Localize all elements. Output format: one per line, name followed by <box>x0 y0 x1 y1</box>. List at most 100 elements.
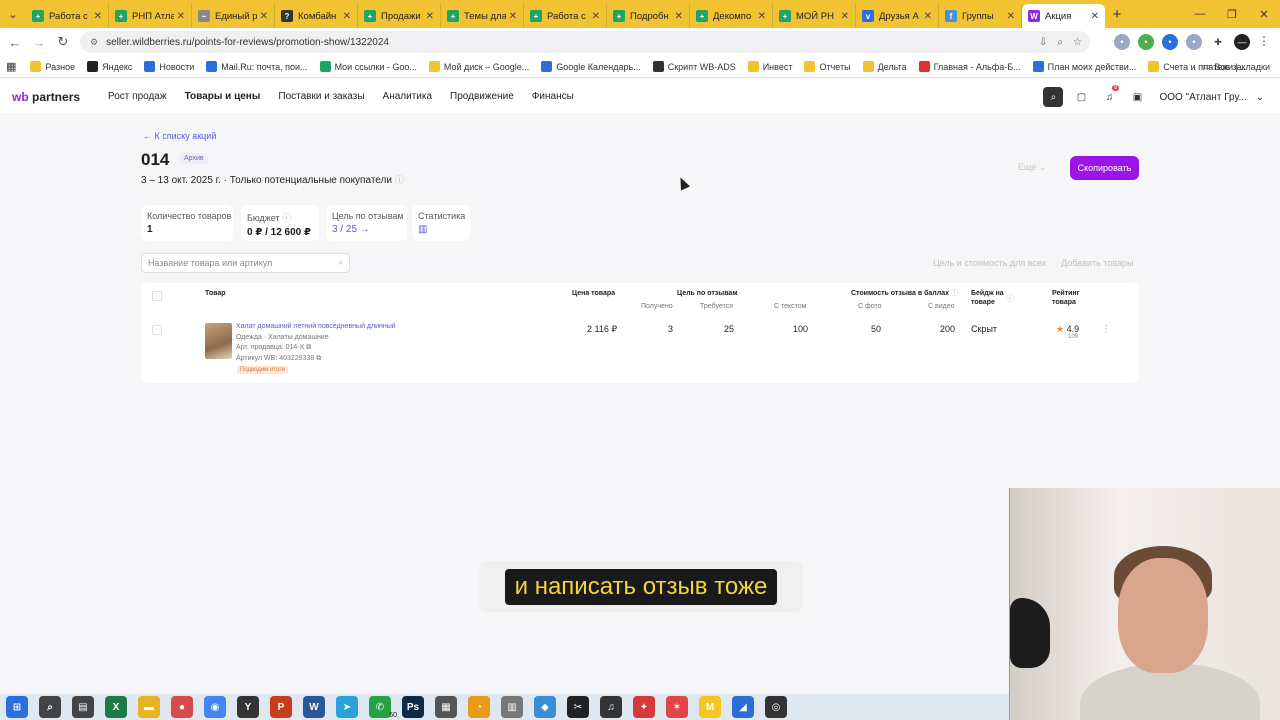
nav-item[interactable]: Рост продаж <box>108 91 167 102</box>
tab-close-icon[interactable]: ✕ <box>758 11 766 22</box>
install-icon[interactable]: ⇩ <box>1039 37 1047 48</box>
taskbar-photoshop-icon[interactable]: Ps <box>402 696 424 718</box>
extension-icon[interactable]: • <box>1138 34 1154 50</box>
taskbar-capcut-icon[interactable]: ✂ <box>567 696 589 718</box>
bookmark-item[interactable]: Скрипт WB-ADS <box>652 61 736 72</box>
bookmark-item[interactable]: Мой диск – Google... <box>428 61 529 72</box>
browser-tab[interactable]: W Акция ✕ <box>1022 4 1105 28</box>
tab-close-icon[interactable]: ✕ <box>426 11 434 22</box>
browser-tab[interactable]: + Продажи ✕ <box>358 4 441 28</box>
browser-tab[interactable]: + РНП Атла ✕ <box>109 4 192 28</box>
taskbar-obs-icon[interactable]: ◎ <box>765 696 787 718</box>
taskbar-file-explorer-icon[interactable]: ▬ <box>138 696 160 718</box>
tab-close-icon[interactable]: ✕ <box>1007 11 1015 22</box>
search-icon[interactable]: ⌕ <box>1043 87 1064 107</box>
bookmark-item[interactable]: Отчеты <box>804 61 851 72</box>
row-menu-icon[interactable]: ⋮ <box>1101 324 1111 335</box>
taskbar-app-colorful-icon[interactable]: ● <box>171 696 193 718</box>
taskbar-telegram-icon[interactable]: ➤ <box>336 696 358 718</box>
bookmark-star-icon[interactable]: ☆ <box>1073 37 1082 48</box>
taskbar-app-blue-icon[interactable]: ◆ <box>534 696 556 718</box>
site-info-icon[interactable]: ⚙ <box>90 37 98 48</box>
copy-icon[interactable]: ⧉ <box>316 355 321 362</box>
profile-avatar[interactable]: — <box>1234 34 1250 50</box>
browser-tab[interactable]: v Друзья А ✕ <box>856 4 939 28</box>
taskbar-app-red-icon[interactable]: ✦ <box>633 696 655 718</box>
bookmark-item[interactable]: Новости <box>144 61 194 72</box>
bar-chart-icon[interactable]: ▥ <box>418 224 464 235</box>
search-icon[interactable]: ⌕ <box>338 257 343 268</box>
chat-icon[interactable]: ▢ <box>1071 87 1091 107</box>
tab-close-icon[interactable]: ✕ <box>509 11 517 22</box>
row-checkbox[interactable] <box>152 325 162 335</box>
taskbar-excel-icon[interactable]: X <box>105 696 127 718</box>
browser-tab[interactable]: + Работа с ✕ <box>26 4 109 28</box>
tab-search-icon[interactable]: ⌄ <box>0 0 26 28</box>
bell-icon[interactable]: ♫ 8 <box>1099 85 1120 107</box>
browser-tab[interactable]: + Подробн ✕ <box>607 4 690 28</box>
browser-tab[interactable]: f Группы ✕ <box>939 4 1022 28</box>
extension-icon[interactable]: • <box>1162 34 1178 50</box>
browser-tab[interactable]: + Работа с ✕ <box>524 4 607 28</box>
product-image[interactable] <box>205 323 232 359</box>
browser-tab[interactable]: + Декомпо ✕ <box>690 4 773 28</box>
bookmark-item[interactable]: Дельта <box>862 61 907 72</box>
tab-close-icon[interactable]: ✕ <box>177 11 185 22</box>
tab-close-icon[interactable]: ✕ <box>924 11 932 22</box>
browser-tab[interactable]: + МОЙ РН ✕ <box>773 4 856 28</box>
bookmark-item[interactable]: Инвест <box>747 61 792 72</box>
taskbar-word-icon[interactable]: W <box>303 696 325 718</box>
taskbar-app-orange-icon[interactable]: ◔ <box>468 696 490 718</box>
help-icon[interactable]: ⓘ <box>951 290 958 297</box>
url-input[interactable]: ⚙ seller.wildberries.ru/points-for-revie… <box>80 31 1090 53</box>
zoom-icon[interactable]: ⌕ <box>1057 37 1063 48</box>
product-search-input[interactable]: Название товара или артикул ⌕ <box>141 253 350 273</box>
puzzle-icon[interactable]: ✚ <box>1210 34 1226 50</box>
bookmark-item[interactable]: План моих действи... <box>1032 61 1136 72</box>
add-products-button[interactable]: Добавить товары <box>1061 258 1133 268</box>
tab-close-icon[interactable]: ✕ <box>343 11 351 22</box>
more-button[interactable]: Еще ⌄ <box>1018 162 1046 173</box>
back-icon[interactable]: ← <box>3 35 27 50</box>
taskbar-calculator-icon[interactable]: ▦ <box>435 696 457 718</box>
extension-icon[interactable]: • <box>1114 34 1130 50</box>
taskbar-whatsapp-icon[interactable]: ✆ 50 <box>369 696 397 719</box>
back-to-promotions-link[interactable]: ← К списку акций <box>143 131 216 141</box>
apps-grid-icon[interactable]: ▦ <box>6 60 16 73</box>
nav-item[interactable]: Финансы <box>532 91 574 102</box>
metric-statistics[interactable]: Статистика ▥ <box>412 205 470 241</box>
select-all-checkbox[interactable] <box>152 291 162 301</box>
metric-review-goal[interactable]: Цель по отзывам 3 / 25 → <box>326 205 407 241</box>
tab-close-icon[interactable]: ✕ <box>675 11 683 22</box>
tab-close-icon[interactable]: ✕ <box>841 11 849 22</box>
nav-item[interactable]: Продвижение <box>450 91 514 102</box>
taskbar-chrome-icon[interactable]: ◉ <box>204 696 226 718</box>
bookmark-item[interactable]: Разное <box>30 61 75 72</box>
nav-item[interactable]: Товары и цены <box>185 91 261 102</box>
help-icon[interactable]: ⓘ <box>282 213 291 223</box>
support-icon[interactable]: ▣ <box>1127 87 1147 107</box>
tab-close-icon[interactable]: ✕ <box>1091 11 1099 22</box>
browser-tab[interactable]: + Темы дла ✕ <box>441 4 524 28</box>
browser-menu-icon[interactable]: ⋮ <box>1258 34 1270 48</box>
taskbar-app-gray-icon[interactable]: ▥ <box>501 696 523 718</box>
bookmark-item[interactable]: Mail.Ru: почта, пои... <box>206 61 308 72</box>
copy-promotion-button[interactable]: Скопировать <box>1070 156 1139 180</box>
taskbar-search-icon[interactable]: ⌕ <box>39 696 61 718</box>
metric-value-link[interactable]: 3 / 25 → <box>332 224 401 235</box>
help-icon[interactable]: ⓘ <box>1006 293 1014 304</box>
wb-partners-logo[interactable]: wb partners <box>12 90 80 104</box>
taskbar-yandex-icon[interactable]: Y <box>237 696 259 718</box>
help-icon[interactable]: ⓘ <box>395 175 404 185</box>
bookmark-item[interactable]: Google Календарь... <box>541 61 641 72</box>
bookmark-item[interactable]: Мои ссылки - Goo... <box>319 61 417 72</box>
taskbar-task-view-icon[interactable]: ▤ <box>72 696 94 718</box>
product-name-link[interactable]: Халат домашний летний повседневный длинн… <box>236 323 396 330</box>
tab-close-icon[interactable]: ✕ <box>94 11 102 22</box>
forward-icon[interactable]: → <box>27 35 51 50</box>
bookmark-item[interactable]: Яндекс <box>87 61 132 72</box>
copy-icon[interactable]: ⧉ <box>306 344 311 351</box>
browser-tab[interactable]: ? Комбайн ✕ <box>275 4 358 28</box>
new-tab-button[interactable]: + <box>1105 6 1129 23</box>
taskbar-miro-icon[interactable]: M <box>699 696 721 718</box>
